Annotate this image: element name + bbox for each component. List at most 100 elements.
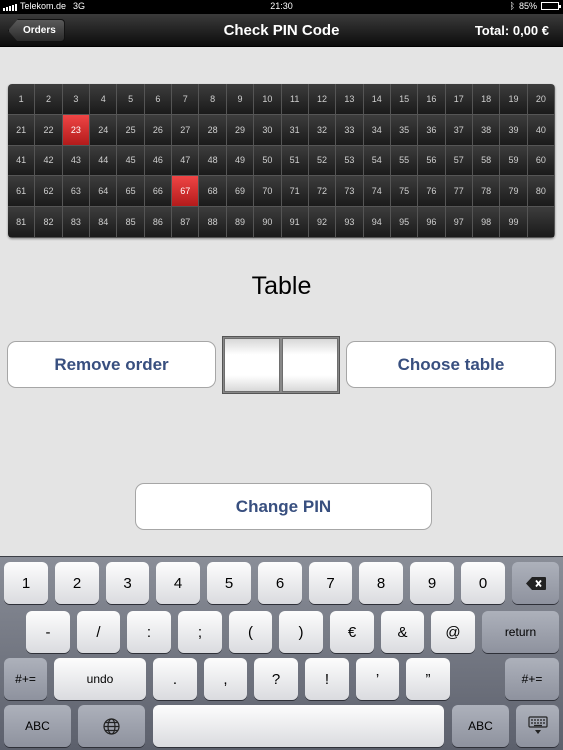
table-cell[interactable]: 6 [144,84,173,115]
table-cell[interactable]: 59 [500,145,528,177]
key-colon[interactable]: : [127,611,171,653]
table-cell[interactable]: 75 [390,176,419,208]
table-cell[interactable]: 38 [472,114,501,146]
abc-key-right[interactable]: ABC [452,705,509,747]
table-cell[interactable]: 70 [254,176,282,208]
table-cell[interactable]: 36 [418,114,446,146]
table-cell[interactable]: 99 [500,207,528,238]
table-cell[interactable]: 57 [445,145,473,177]
key-2[interactable]: 2 [55,562,99,604]
table-cell[interactable]: 72 [308,176,337,208]
table-cell[interactable]: 3 [62,84,91,115]
key-4[interactable]: 4 [156,562,200,604]
table-cell[interactable]: 16 [418,84,446,115]
table-cell[interactable]: 43 [62,145,91,177]
key-6[interactable]: 6 [258,562,302,604]
key-ampersand[interactable]: & [381,611,424,653]
key-apostrophe[interactable]: ’ [356,658,399,700]
table-cell[interactable]: 42 [35,145,63,177]
table-cell[interactable]: 81 [8,207,36,238]
table-cell[interactable]: 89 [226,207,255,238]
symbols-key-left[interactable]: #+= [4,658,47,700]
key-3[interactable]: 3 [106,562,149,604]
table-cell[interactable]: 73 [336,176,364,208]
table-cell[interactable]: 68 [199,176,227,208]
remove-order-button[interactable]: Remove order [7,341,216,388]
table-cell[interactable]: 88 [199,207,227,238]
key-5[interactable]: 5 [207,562,251,604]
key-0[interactable]: 0 [461,562,505,604]
table-cell[interactable]: 52 [308,145,337,177]
table-cell[interactable]: 46 [144,145,173,177]
table-cell[interactable]: 14 [363,84,391,115]
key-7[interactable]: 7 [309,562,352,604]
table-cell[interactable]: 95 [390,207,419,238]
table-cell-selected[interactable]: 23 [62,114,91,146]
table-cell[interactable]: 71 [281,176,309,208]
backspace-key[interactable] [512,562,559,604]
table-cell[interactable]: 5 [117,84,145,115]
key-9[interactable]: 9 [410,562,454,604]
table-cell[interactable]: 29 [226,114,255,146]
table-cell[interactable]: 13 [336,84,364,115]
table-cell[interactable]: 28 [199,114,227,146]
table-cell[interactable]: 41 [8,145,36,177]
return-key[interactable]: return [482,611,559,653]
table-cell[interactable]: 83 [62,207,91,238]
table-cell[interactable]: 33 [336,114,364,146]
table-cell[interactable]: 20 [527,84,555,115]
key-open-paren[interactable]: ( [229,611,272,653]
table-cell[interactable]: 86 [144,207,173,238]
table-cell[interactable]: 56 [418,145,446,177]
key-at[interactable]: @ [431,611,475,653]
table-cell[interactable]: 12 [308,84,337,115]
table-cell[interactable]: 58 [472,145,501,177]
table-cell[interactable]: 2 [35,84,63,115]
table-cell[interactable]: 64 [90,176,118,208]
table-cell[interactable]: 10 [254,84,282,115]
undo-key[interactable]: undo [54,658,146,700]
table-cell[interactable]: 21 [8,114,36,146]
table-cell[interactable]: 24 [90,114,118,146]
key-8[interactable]: 8 [359,562,403,604]
table-cell[interactable]: 84 [90,207,118,238]
table-cell[interactable]: 91 [281,207,309,238]
key-close-paren[interactable]: ) [279,611,323,653]
key-quote[interactable]: ” [406,658,450,700]
table-cell[interactable]: 37 [445,114,473,146]
table-cell[interactable]: 80 [527,176,555,208]
table-cell[interactable]: 85 [117,207,145,238]
table-cell[interactable]: 44 [90,145,118,177]
table-cell[interactable]: 35 [390,114,419,146]
key-euro[interactable]: € [330,611,374,653]
table-cell[interactable]: 51 [281,145,309,177]
table-cell[interactable]: 30 [254,114,282,146]
table-cell[interactable]: 55 [390,145,419,177]
table-cell[interactable]: 97 [445,207,473,238]
table-cell[interactable]: 34 [363,114,391,146]
table-cell[interactable]: 25 [117,114,145,146]
key-slash[interactable]: / [77,611,120,653]
table-cell[interactable]: 11 [281,84,309,115]
table-cell[interactable]: 62 [35,176,63,208]
table-cell[interactable]: 15 [390,84,419,115]
key-exclamation[interactable]: ! [305,658,349,700]
table-cell[interactable]: 93 [336,207,364,238]
table-cell[interactable]: 98 [472,207,501,238]
key-hyphen[interactable]: - [26,611,70,653]
key-1[interactable]: 1 [4,562,48,604]
table-cell[interactable]: 45 [117,145,145,177]
table-cell[interactable]: 87 [172,207,200,238]
table-cell[interactable]: 76 [418,176,446,208]
table-cell[interactable]: 18 [472,84,501,115]
table-cell[interactable]: 31 [281,114,309,146]
table-cell[interactable]: 54 [363,145,391,177]
choose-table-button[interactable]: Choose table [346,341,556,388]
table-cell[interactable]: 40 [527,114,555,146]
table-cell[interactable]: 4 [90,84,118,115]
table-cell[interactable]: 22 [35,114,63,146]
table-cell[interactable]: 61 [8,176,36,208]
table-cell[interactable]: 82 [35,207,63,238]
pin-digit-1[interactable] [224,338,280,392]
table-cell[interactable]: 1 [8,84,36,115]
